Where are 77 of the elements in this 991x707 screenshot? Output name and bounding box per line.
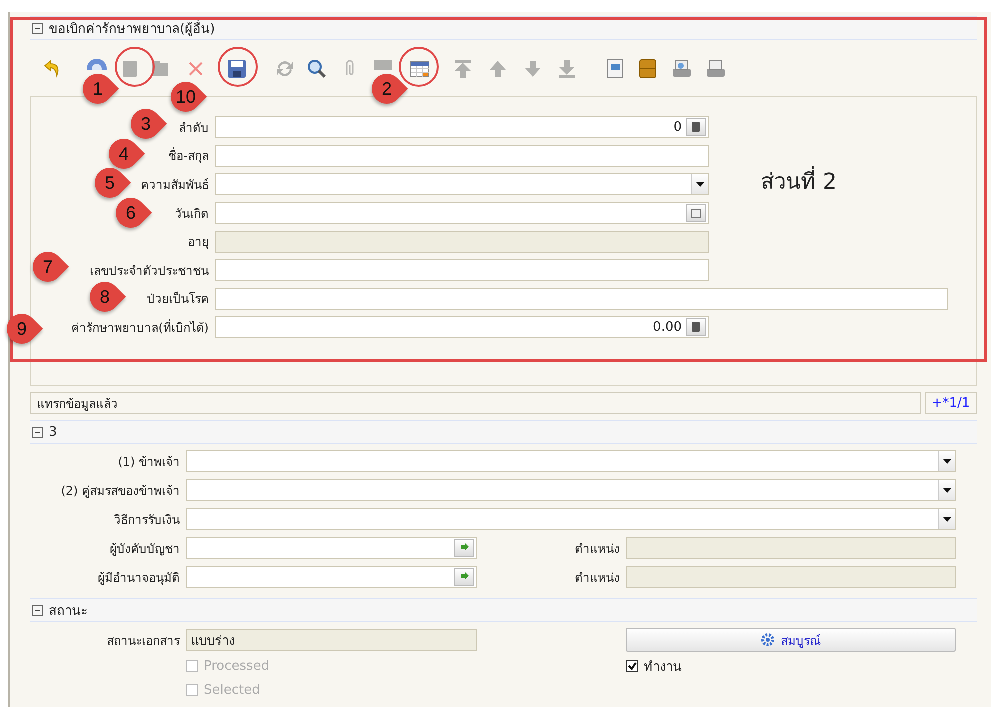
status-message: แทรกข้อมูลแล้ว [30, 392, 921, 414]
toolbar-button[interactable] [637, 58, 659, 80]
record-counter: +*1/1 [925, 392, 977, 414]
lookup-field[interactable] [186, 566, 477, 588]
field-value: แบบร่าง [191, 632, 235, 650]
highlight-circle [399, 47, 439, 87]
field-label: (2) คู่สมรสของข้าพเจ้า [60, 482, 180, 500]
dropdown-field[interactable] [186, 450, 956, 472]
number-field[interactable]: 0.00 [215, 316, 709, 338]
field-label: เลขประจำตัวประชาชน [90, 262, 209, 280]
last-record-icon [556, 58, 578, 80]
caret-icon [942, 516, 952, 522]
gear-icon [761, 633, 775, 647]
caret-icon [942, 458, 952, 464]
section-note: ส่วนที่ 2 [715, 164, 976, 199]
field-label: (1) ข้าพเจ้า [117, 454, 180, 470]
calculator-icon [691, 122, 701, 132]
highlight-circle [115, 47, 155, 87]
dropdown-button[interactable] [938, 480, 955, 500]
text-field[interactable] [215, 259, 709, 282]
calculator-icon [691, 322, 701, 332]
section-title: ขอเบิกค่ารักษาพยาบาล(ผู้อื่น) [49, 19, 216, 38]
complete-button[interactable]: สมบูรณ์ [626, 628, 956, 652]
field-label: ตำแหน่ง [574, 540, 620, 558]
section-header[interactable]: สถานะ [30, 598, 977, 622]
dropdown-field[interactable] [186, 508, 956, 530]
field-label: ผู้บังคับบัญชา [109, 540, 180, 558]
lookup-button[interactable] [454, 539, 474, 557]
collapse-icon[interactable] [32, 426, 43, 438]
field-label: วิธีการรับเงิน [113, 512, 180, 528]
field-label: ความสัมพันธ์ [141, 176, 209, 194]
section-title: 3 [49, 424, 58, 440]
date-picker-button[interactable] [686, 204, 706, 222]
save-icon [226, 58, 248, 80]
print-preview-icon [671, 58, 693, 80]
calendar-icon [691, 208, 701, 218]
calculator-button[interactable] [686, 118, 706, 136]
first-record-icon [452, 58, 474, 80]
caret-icon [696, 182, 704, 187]
field-label: อายุ [188, 234, 209, 252]
dropdown-button[interactable] [938, 451, 955, 471]
calculator-button[interactable] [686, 318, 706, 336]
text-field[interactable] [215, 288, 948, 310]
cabinet-icon [637, 58, 659, 80]
field-label: ผู้มีอำนาจอนุมัติ [97, 570, 180, 586]
text-field[interactable] [215, 144, 709, 167]
dropdown-button[interactable] [938, 509, 955, 529]
toolbar-button[interactable] [306, 58, 328, 80]
date-field[interactable] [215, 202, 709, 224]
arrow-icon [459, 572, 469, 582]
dropdown-field[interactable] [186, 479, 956, 501]
arrow-icon [459, 543, 469, 553]
section-title: สถานะ [49, 602, 88, 620]
field-label: สถานะเอกสาร [106, 632, 180, 650]
search-icon [306, 58, 328, 80]
field-label: ตำแหน่ง [574, 570, 620, 586]
section-header[interactable]: 3 [30, 420, 977, 444]
field-label: ป่วยเป็นโรค [147, 290, 209, 308]
field-label: ค่ารักษาพยาบาล(ที่เบิกได้) [72, 318, 209, 337]
field-label: ชื่อ-สกุล [168, 146, 209, 166]
collapse-icon[interactable] [32, 604, 43, 616]
checkbox[interactable] [626, 660, 638, 672]
lookup-button[interactable] [454, 568, 474, 586]
field-label: ลำดับ [179, 120, 209, 137]
checkbox-label: ทำงาน [644, 658, 682, 676]
collapse-icon[interactable] [32, 22, 43, 34]
checkbox-label: Selected [204, 682, 260, 698]
number-field[interactable]: 0 [215, 116, 709, 138]
caret-icon [942, 488, 952, 492]
dropdown-button[interactable] [691, 174, 708, 194]
printer-icon [705, 58, 727, 80]
checkbox-label: Processed [204, 658, 270, 674]
toolbar-button[interactable] [226, 58, 248, 80]
highlight-circle [218, 47, 258, 87]
field-label: วันเกิด [175, 206, 209, 223]
dropdown-field[interactable] [215, 173, 709, 196]
lookup-field[interactable] [186, 537, 477, 559]
